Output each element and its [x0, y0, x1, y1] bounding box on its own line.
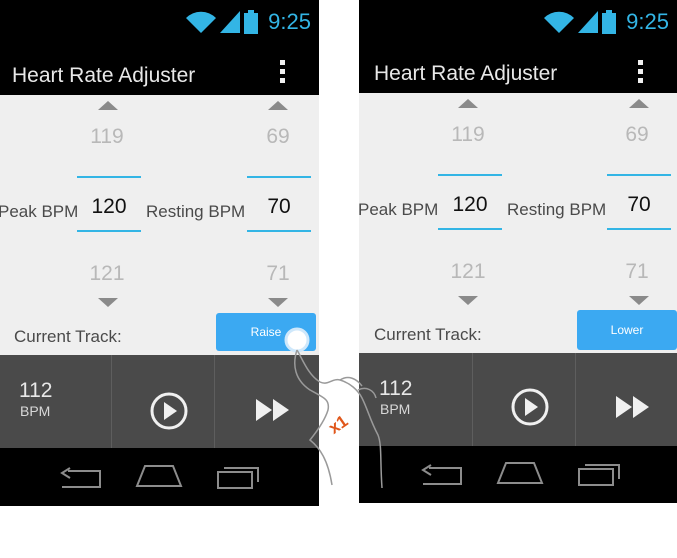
peak-value[interactable]: 120: [79, 195, 139, 219]
play-icon[interactable]: [149, 391, 189, 431]
tap-gesture-hand-icon: [284, 327, 383, 489]
resting-divider-bottom: [247, 230, 311, 232]
resting-value[interactable]: 70: [609, 193, 669, 217]
play-icon[interactable]: [510, 387, 550, 427]
peak-divider-top: [438, 174, 502, 176]
resting-divider-bottom: [607, 228, 671, 230]
bpm-unit: BPM: [20, 403, 51, 419]
recent-apps-icon[interactable]: [216, 462, 262, 490]
signal-icon: [220, 11, 241, 33]
peak-decrement-arrow[interactable]: [458, 296, 478, 305]
resting-prev-value[interactable]: 69: [248, 125, 308, 149]
resting-divider-top: [247, 176, 311, 178]
peak-label: Peak BPM: [0, 202, 79, 221]
overflow-menu-icon[interactable]: [635, 60, 645, 90]
back-icon[interactable]: [58, 466, 104, 490]
signal-icon: [578, 11, 599, 33]
back-icon[interactable]: [419, 463, 465, 487]
app-title: Heart Rate Adjuster: [12, 64, 196, 87]
player-divider: [472, 353, 473, 446]
peak-increment-arrow[interactable]: [458, 99, 478, 108]
player-divider: [214, 355, 215, 448]
resting-next-value[interactable]: 71: [248, 262, 308, 286]
screen-after: 9:25 Heart Rate Adjuster 119 120 121 Pea…: [359, 0, 677, 503]
overflow-menu-icon[interactable]: [277, 60, 287, 90]
lower-button[interactable]: Lower: [577, 310, 677, 350]
picker-area: 119 120 121 Peak BPM 69 70 71 Resting BP…: [359, 93, 677, 353]
current-track-label: Current Track:: [374, 325, 482, 344]
battery-icon: [244, 10, 259, 34]
player-divider: [575, 353, 576, 446]
resting-label: Resting BPM: [146, 202, 246, 221]
peak-next-value[interactable]: 121: [77, 262, 137, 286]
peak-decrement-arrow[interactable]: [98, 298, 118, 307]
peak-next-value[interactable]: 121: [438, 260, 498, 284]
resting-value[interactable]: 70: [249, 195, 309, 219]
bpm-value: 112: [19, 379, 53, 402]
status-bar: 9:25: [359, 0, 677, 46]
recent-apps-icon[interactable]: [577, 459, 623, 487]
peak-value[interactable]: 120: [440, 193, 500, 217]
clock: 9:25: [268, 9, 311, 34]
battery-icon: [602, 10, 617, 34]
wifi-icon: [186, 11, 217, 33]
action-bar: Heart Rate Adjuster: [0, 46, 319, 95]
peak-divider-bottom: [77, 230, 141, 232]
player-bar: 112 BPM: [359, 353, 677, 446]
player-divider: [111, 355, 112, 448]
peak-prev-value[interactable]: 119: [77, 125, 137, 149]
wifi-icon: [544, 11, 575, 33]
resting-label: Resting BPM: [507, 200, 607, 219]
resting-decrement-arrow[interactable]: [629, 296, 649, 305]
resting-decrement-arrow[interactable]: [268, 298, 288, 307]
resting-prev-value[interactable]: 69: [607, 123, 667, 147]
resting-increment-arrow[interactable]: [268, 101, 288, 110]
app-title: Heart Rate Adjuster: [374, 62, 558, 85]
resting-increment-arrow[interactable]: [629, 99, 649, 108]
navigation-bar: [359, 446, 677, 503]
peak-divider-bottom: [438, 228, 502, 230]
status-bar: 9:25: [0, 0, 319, 46]
clock: 9:25: [626, 9, 669, 34]
home-icon[interactable]: [135, 462, 183, 488]
peak-prev-value[interactable]: 119: [438, 123, 498, 147]
peak-divider-top: [77, 176, 141, 178]
peak-increment-arrow[interactable]: [98, 101, 118, 110]
picker-area: 119 120 121 Peak BPM 69 70 71 Resting BP…: [0, 95, 319, 355]
current-track-label: Current Track:: [14, 327, 122, 346]
peak-label: Peak BPM: [359, 200, 439, 219]
resting-next-value[interactable]: 71: [607, 260, 667, 284]
resting-divider-top: [607, 174, 671, 176]
action-bar: Heart Rate Adjuster: [359, 46, 677, 93]
home-icon[interactable]: [496, 459, 544, 485]
fast-forward-icon[interactable]: [616, 396, 650, 418]
